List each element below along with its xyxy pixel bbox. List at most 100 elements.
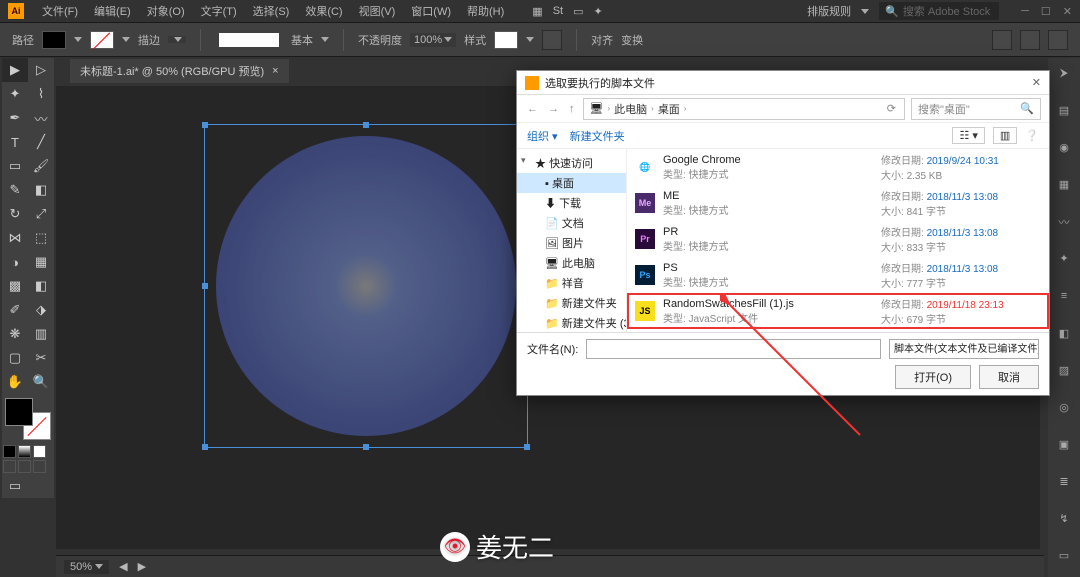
slice-tool[interactable]: ✂ bbox=[28, 346, 54, 370]
mesh-tool[interactable]: ▩ bbox=[2, 274, 28, 298]
tree-thispc[interactable]: 🖥 此电脑 bbox=[517, 253, 626, 273]
panel-symbols-icon[interactable]: ✦ bbox=[1048, 243, 1080, 274]
refresh-icon[interactable]: ⟳ bbox=[885, 102, 898, 115]
dialog-search[interactable]: 搜索"桌面" 🔍 bbox=[911, 98, 1041, 120]
menu-view[interactable]: 视图(V) bbox=[351, 3, 404, 19]
type-tool[interactable]: T bbox=[2, 130, 28, 154]
width-tool[interactable]: ⋈ bbox=[2, 226, 28, 250]
graph-tool[interactable]: ▥ bbox=[28, 322, 54, 346]
nav-prev-icon[interactable]: ◀ bbox=[119, 560, 127, 573]
panel-layers-icon[interactable]: ≣ bbox=[1048, 466, 1080, 497]
gpu-icon[interactable]: ✦ bbox=[594, 5, 603, 18]
stock-icon[interactable]: St bbox=[553, 5, 563, 18]
menu-help[interactable]: 帮助(H) bbox=[459, 3, 512, 19]
tree-folder[interactable]: 📁 祥音 bbox=[517, 273, 626, 293]
file-row[interactable]: MeME类型: 快捷方式修改日期: 2018/11/3 13:08大小: 841… bbox=[627, 185, 1049, 221]
newfolder-button[interactable]: 新建文件夹 bbox=[570, 128, 625, 144]
shaper-tool[interactable]: ✎ bbox=[2, 178, 28, 202]
perspective-tool[interactable]: ▦ bbox=[28, 250, 54, 274]
help-icon[interactable]: ❔ bbox=[1025, 129, 1039, 142]
panel-stroke-icon[interactable]: ≡ bbox=[1048, 280, 1080, 311]
tree-downloads[interactable]: ⬇ 下载 bbox=[517, 193, 626, 213]
panel-artboards-icon[interactable]: ▭ bbox=[1048, 540, 1080, 571]
arrange-icon[interactable]: ▭ bbox=[573, 5, 583, 18]
zoom-tool[interactable]: 🔍 bbox=[28, 370, 54, 394]
stroke-preview[interactable] bbox=[219, 33, 279, 47]
chevron-down-icon[interactable] bbox=[122, 37, 130, 42]
chevron-down-icon[interactable] bbox=[526, 37, 534, 42]
panel-properties-icon[interactable]: ▤ bbox=[1048, 95, 1080, 126]
menu-object[interactable]: 对象(O) bbox=[139, 3, 193, 19]
panel-icon-3[interactable] bbox=[1048, 30, 1068, 50]
nav-next-icon[interactable]: ▶ bbox=[138, 560, 146, 573]
view-mode-button[interactable]: ☷ ▾ bbox=[952, 127, 984, 144]
free-transform-tool[interactable]: ⬚ bbox=[28, 226, 54, 250]
bridge-icon[interactable]: ▦ bbox=[532, 5, 542, 18]
draw-normal[interactable] bbox=[3, 460, 16, 473]
eraser-tool[interactable]: ◧ bbox=[28, 178, 54, 202]
tree-folder[interactable]: 📁 新建文件夹 bbox=[517, 293, 626, 313]
breadcrumb-seg[interactable]: 此电脑 bbox=[614, 101, 647, 117]
open-button[interactable]: 打开(O) bbox=[895, 365, 971, 389]
panel-icon-2[interactable] bbox=[1020, 30, 1040, 50]
opacity-value[interactable]: 100% bbox=[410, 33, 456, 47]
chevron-down-icon[interactable] bbox=[321, 37, 329, 42]
artboard-tool[interactable]: ▢ bbox=[2, 346, 28, 370]
layout-label[interactable]: 排版规则 bbox=[807, 3, 851, 19]
menu-file[interactable]: 文件(F) bbox=[34, 3, 86, 19]
panel-collapse-icon[interactable]: ⮞ bbox=[1048, 58, 1080, 89]
panel-asset-export-icon[interactable]: ↯ bbox=[1048, 503, 1080, 534]
cancel-button[interactable]: 取消 bbox=[979, 365, 1039, 389]
menu-window[interactable]: 窗口(W) bbox=[403, 3, 459, 19]
nav-back-icon[interactable]: ← bbox=[525, 103, 540, 115]
draw-inside[interactable] bbox=[33, 460, 46, 473]
lasso-tool[interactable]: ⌇ bbox=[28, 82, 54, 106]
nav-forward-icon[interactable]: → bbox=[546, 103, 561, 115]
document-tab[interactable]: 未标题-1.ai* @ 50% (RGB/GPU 预览) × bbox=[70, 59, 289, 83]
selection-tool[interactable]: ▶ bbox=[2, 58, 28, 82]
breadcrumb-seg[interactable]: 桌面 bbox=[658, 101, 680, 117]
style-swatch[interactable] bbox=[494, 31, 518, 49]
magic-wand-tool[interactable]: ✦ bbox=[2, 82, 28, 106]
file-row[interactable]: 🌐Google Chrome类型: 快捷方式修改日期: 2019/9/24 10… bbox=[627, 149, 1049, 185]
stroke-swatch[interactable] bbox=[90, 31, 114, 49]
fill-swatch[interactable] bbox=[42, 31, 66, 49]
style-btn[interactable] bbox=[542, 30, 562, 50]
file-row[interactable]: PrPR类型: 快捷方式修改日期: 2018/11/3 13:08大小: 833… bbox=[627, 221, 1049, 257]
filename-input[interactable] bbox=[586, 339, 881, 359]
tree-documents[interactable]: 📄 文档 bbox=[517, 213, 626, 233]
file-row[interactable]: PsPS类型: 快捷方式修改日期: 2018/11/3 13:08大小: 777… bbox=[627, 257, 1049, 293]
color-mode-gradient[interactable] bbox=[18, 445, 31, 458]
filetype-filter[interactable]: 脚本文件(文本文件及已编译文件) bbox=[889, 339, 1039, 359]
panel-graphic-styles-icon[interactable]: ▣ bbox=[1048, 429, 1080, 460]
color-swatches[interactable] bbox=[5, 398, 51, 440]
tree-quick-access[interactable]: ▾★ 快速访问 bbox=[517, 153, 626, 173]
stroke-weight[interactable] bbox=[168, 36, 186, 43]
panel-icon-1[interactable] bbox=[992, 30, 1012, 50]
fg-color[interactable] bbox=[5, 398, 33, 426]
zoom-level[interactable]: 50% bbox=[64, 560, 109, 574]
paintbrush-tool[interactable]: 🖌 bbox=[28, 154, 54, 178]
color-mode-none[interactable] bbox=[33, 445, 46, 458]
panel-brushes-icon[interactable]: 〰 bbox=[1048, 206, 1080, 237]
chevron-down-icon[interactable] bbox=[74, 37, 82, 42]
close-icon[interactable]: ✕ bbox=[1032, 76, 1041, 89]
panel-gradient-icon[interactable]: ◧ bbox=[1048, 318, 1080, 349]
scale-tool[interactable]: ⤢ bbox=[28, 202, 54, 226]
panel-color-icon[interactable]: ◉ bbox=[1048, 132, 1080, 163]
minimize-icon[interactable]: ─ bbox=[1021, 5, 1029, 18]
file-row[interactable]: JSRandomSwatchesFill (1).js类型: JavaScrip… bbox=[627, 293, 1049, 329]
symbol-sprayer-tool[interactable]: ❋ bbox=[2, 322, 28, 346]
panel-swatches-icon[interactable]: ▦ bbox=[1048, 169, 1080, 200]
rectangle-tool[interactable]: ▭ bbox=[2, 154, 28, 178]
blend-tool[interactable]: ⬗ bbox=[28, 298, 54, 322]
tree-pictures[interactable]: 🖼 图片 bbox=[517, 233, 626, 253]
menu-select[interactable]: 选择(S) bbox=[245, 3, 298, 19]
panel-transparency-icon[interactable]: ▨ bbox=[1048, 355, 1080, 386]
panel-appearance-icon[interactable]: ◎ bbox=[1048, 392, 1080, 423]
menu-effect[interactable]: 效果(C) bbox=[297, 3, 350, 19]
close-icon[interactable]: × bbox=[272, 65, 278, 77]
preview-pane-button[interactable]: ▥ bbox=[993, 127, 1017, 144]
nav-up-icon[interactable]: ↑ bbox=[567, 103, 577, 115]
menu-type[interactable]: 文字(T) bbox=[193, 3, 245, 19]
